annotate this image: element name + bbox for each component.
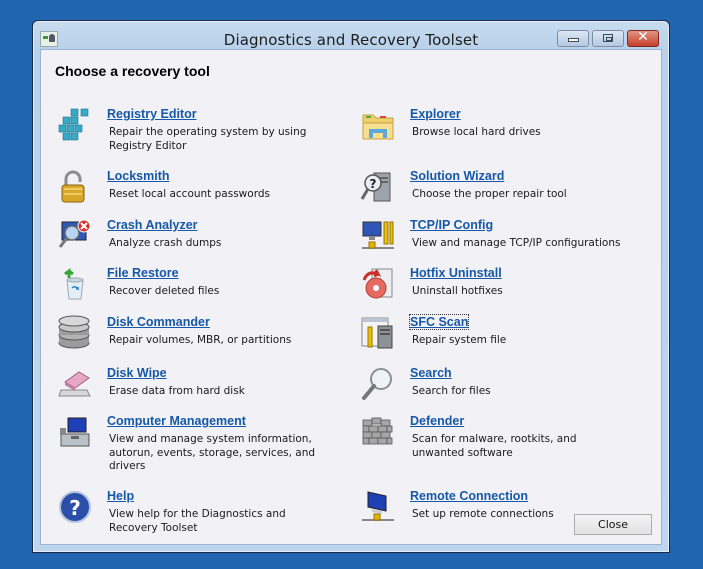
help-icon: ? (59, 491, 91, 523)
remote-connection-icon (362, 491, 394, 521)
hotfix-uninstall-link[interactable]: Hotfix Uninstall (410, 266, 502, 280)
remote-connection-link[interactable]: Remote Connection (410, 489, 528, 503)
hotfix-uninstall-desc: Uninstall hotfixes (412, 285, 503, 297)
crash-analyzer-link[interactable]: Crash Analyzer (107, 218, 198, 232)
search-desc: Search for files (412, 385, 491, 397)
sfc-scan-desc: Repair system file (412, 334, 507, 346)
recycle-bin-restore-icon (64, 268, 84, 300)
magnifier-icon (362, 368, 392, 400)
sfc-scan-icon (361, 317, 393, 349)
wizard-icon: ? (360, 172, 391, 202)
search-link[interactable]: Search (410, 366, 452, 380)
crash-analyzer-desc: Analyze crash dumps (109, 237, 222, 249)
minimize-icon (568, 38, 579, 42)
disk-wipe-link[interactable]: Disk Wipe (107, 366, 167, 380)
file-restore-link[interactable]: File Restore (107, 266, 179, 280)
padlock-icon (61, 170, 85, 203)
maximize-icon (603, 34, 613, 42)
hotfix-uninstall-icon (362, 268, 393, 299)
disk-wipe-desc: Erase data from hard disk (109, 385, 245, 397)
title-bar[interactable]: Diagnostics and Recovery Toolset ✕ (33, 21, 669, 51)
disk-commander-link[interactable]: Disk Commander (107, 315, 210, 329)
explorer-desc: Browse local hard drives (412, 126, 541, 138)
defender-link[interactable]: Defender (410, 414, 464, 428)
computer-toolbox-icon (60, 417, 90, 447)
registry-editor-link[interactable]: Registry Editor (107, 107, 197, 121)
tcpip-config-link[interactable]: TCP/IP Config (410, 218, 493, 232)
network-config-icon (362, 221, 394, 249)
crash-analyzer-icon (58, 219, 91, 248)
help-desc: View help for the Diagnostics and Recove… (109, 508, 286, 534)
registry-editor-desc: Repair the operating system by using Reg… (109, 126, 307, 152)
solution-wizard-desc: Choose the proper repair tool (412, 188, 567, 200)
page-heading: Choose a recovery tool (55, 63, 210, 79)
computer-management-desc: View and manage system information, auto… (109, 433, 316, 472)
dart-window: Diagnostics and Recovery Toolset ✕ Choos… (32, 20, 670, 553)
eraser-icon (58, 371, 91, 397)
close-window-button[interactable]: ✕ (627, 29, 659, 47)
close-icon: ✕ (637, 29, 649, 45)
file-restore-desc: Recover deleted files (109, 285, 220, 297)
caption-buttons: ✕ (557, 29, 659, 47)
maximize-button[interactable] (592, 30, 624, 47)
defender-desc: Scan for malware, rootkits, and unwanted… (412, 433, 577, 459)
sfc-scan-link[interactable]: SFC Scan (408, 314, 470, 330)
explorer-link[interactable]: Explorer (410, 107, 461, 121)
folder-icon (362, 114, 394, 140)
help-link[interactable]: Help (107, 489, 134, 503)
tcpip-config-desc: View and manage TCP/IP configurations (412, 237, 621, 249)
solution-wizard-link[interactable]: Solution Wizard (410, 169, 504, 183)
svg-text:?: ? (370, 177, 377, 191)
firewall-icon (362, 417, 393, 445)
locksmith-desc: Reset local account passwords (109, 188, 270, 200)
locksmith-link[interactable]: Locksmith (107, 169, 170, 183)
client-area: Choose a recovery tool Registry Editor R… (40, 49, 662, 545)
minimize-button[interactable] (557, 30, 589, 47)
svg-text:?: ? (69, 496, 81, 520)
disk-stack-icon (58, 315, 90, 349)
registry-icon (58, 108, 89, 141)
disk-commander-desc: Repair volumes, MBR, or partitions (109, 334, 292, 346)
computer-management-link[interactable]: Computer Management (107, 414, 246, 428)
close-button[interactable]: Close (574, 514, 652, 535)
